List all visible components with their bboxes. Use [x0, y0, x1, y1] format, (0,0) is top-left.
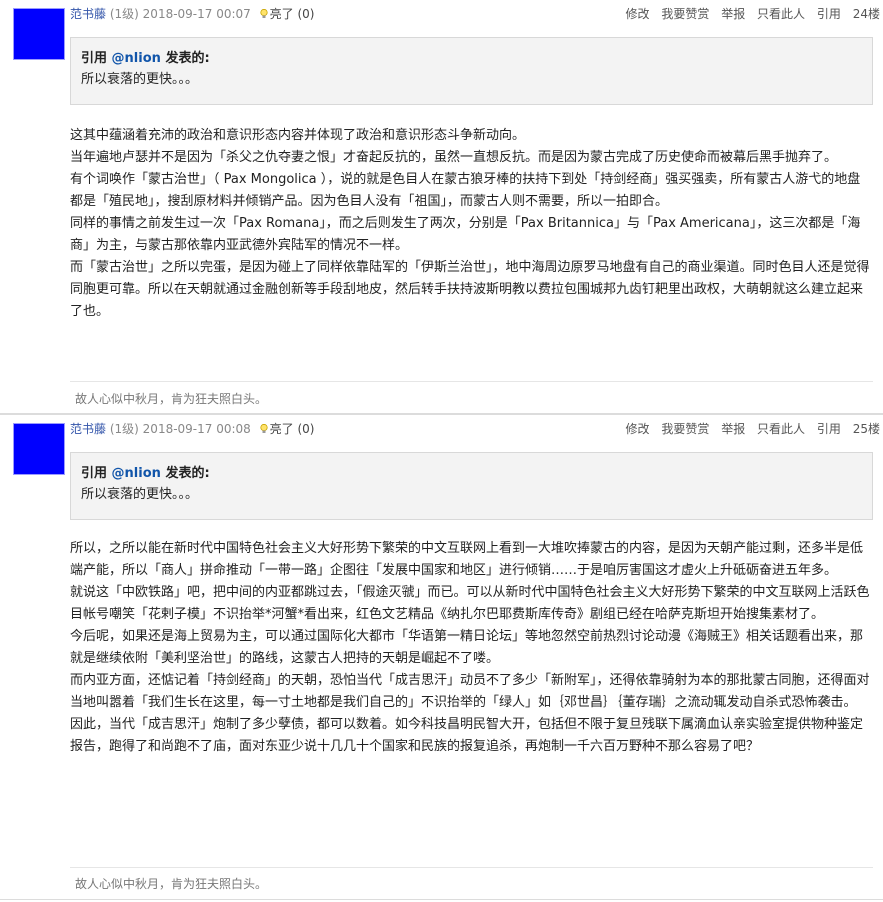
post-meta: 范书藤 (1级) 2018-09-17 00:07 亮了 (0) [70, 5, 314, 22]
author-link[interactable]: 范书藤 [70, 422, 106, 436]
paragraph: 而内亚方面，还惦记着「持剑经商」的天朝，恐怕当代「成吉思汗」动员不了多少「新附军… [70, 673, 870, 710]
paragraph: 有个词唤作「蒙古治世」（ Pax Mongolica ），说的就是色目人在蒙古狼… [70, 172, 861, 209]
paragraph: 而「蒙古治世」之所以完蛋，是因为碰上了同样依靠陆军的「伊斯兰治世」，地中海周边原… [70, 260, 870, 319]
paragraph: 同样的事情之前发生过一次「Pax Romana」，而之后则发生了两次，分别是「P… [70, 216, 861, 253]
author-level: (1级) [109, 7, 139, 21]
post-24: 范书藤 (1级) 2018-09-17 00:07 亮了 (0) 修改 我要赞赏… [0, 0, 883, 414]
paragraph: 因此，当代「成吉思汗」炮制了多少孽债，都可以数着。如今科技昌明民智大开，包括但不… [70, 717, 864, 754]
post-actions: 修改 我要赞赏 举报 只看此人 引用 24楼 [618, 5, 881, 22]
quote-link[interactable]: 引用 [817, 422, 841, 436]
report-link[interactable]: 举报 [721, 7, 745, 21]
signature: 故人心似中秋月，肯为狂夫照白头。 [75, 392, 268, 406]
quote-block: 引用 @nlion 发表的: 所以衰落的更快。。。 [70, 37, 873, 105]
paragraph: 当年遍地卢瑟并不是因为「杀父之仇夺妻之恨」才奋起反抗的，虽然一直想反抗。而是因为… [70, 150, 838, 165]
report-link[interactable]: 举报 [721, 422, 745, 436]
lightbulb-icon[interactable] [260, 424, 268, 434]
post-25: 范书藤 (1级) 2018-09-17 00:08 亮了 (0) 修改 我要赞赏… [0, 414, 883, 900]
post-meta: 范书藤 (1级) 2018-09-17 00:08 亮了 (0) [70, 420, 314, 437]
avatar[interactable] [13, 423, 65, 475]
signature-divider [70, 381, 873, 382]
avatar[interactable] [13, 8, 65, 60]
post-date: 2018-09-17 00:07 [142, 7, 251, 21]
author-level: (1级) [109, 422, 139, 436]
like-button[interactable]: 亮了 (0) [270, 7, 315, 21]
paragraph: 今后呢，如果还是海上贸易为主，可以通过国际化大都市「华语第一精日论坛」等地忽然空… [70, 629, 864, 666]
quote-header: 引用 @nlion 发表的: [81, 466, 210, 481]
post-body: 所以，之所以能在新时代中国特色社会主义大好形势下繁荣的中文互联网上看到一大堆吹捧… [70, 538, 870, 758]
post-actions: 修改 我要赞赏 举报 只看此人 引用 25楼 [618, 420, 881, 437]
quote-block: 引用 @nlion 发表的: 所以衰落的更快。。。 [70, 452, 873, 520]
quote-link[interactable]: 引用 [817, 7, 841, 21]
edit-link[interactable]: 修改 [626, 7, 650, 21]
tip-link[interactable]: 我要赞赏 [661, 422, 709, 436]
quote-text: 所以衰落的更快。。。 [81, 72, 199, 87]
quote-header: 引用 @nlion 发表的: [81, 51, 210, 66]
post-date: 2018-09-17 00:08 [142, 422, 251, 436]
floor-number: 25楼 [852, 422, 880, 436]
edit-link[interactable]: 修改 [626, 422, 650, 436]
signature: 故人心似中秋月，肯为狂夫照白头。 [75, 877, 268, 891]
tip-link[interactable]: 我要赞赏 [661, 7, 709, 21]
quoted-user-link[interactable]: @nlion [112, 51, 161, 66]
floor-number: 24楼 [852, 7, 880, 21]
paragraph: 这其中蕴涵着充沛的政治和意识形态内容并体现了政治和意识形态斗争新动向。 [70, 128, 526, 143]
only-this-user-link[interactable]: 只看此人 [757, 7, 805, 21]
only-this-user-link[interactable]: 只看此人 [757, 422, 805, 436]
author-link[interactable]: 范书藤 [70, 7, 106, 21]
lightbulb-icon[interactable] [260, 9, 268, 19]
quoted-user-link[interactable]: @nlion [112, 466, 161, 481]
paragraph: 就说这「中欧铁路」吧，把中间的内亚都跳过去，「假途灭虢」而已。可以从新时代中国特… [70, 585, 870, 622]
paragraph: 所以，之所以能在新时代中国特色社会主义大好形势下繁荣的中文互联网上看到一大堆吹捧… [70, 541, 864, 578]
post-body: 这其中蕴涵着充沛的政治和意识形态内容并体现了政治和意识形态斗争新动向。 当年遍地… [70, 125, 870, 323]
like-button[interactable]: 亮了 (0) [270, 422, 315, 436]
signature-divider [70, 867, 873, 868]
quote-text: 所以衰落的更快。。。 [81, 487, 199, 502]
